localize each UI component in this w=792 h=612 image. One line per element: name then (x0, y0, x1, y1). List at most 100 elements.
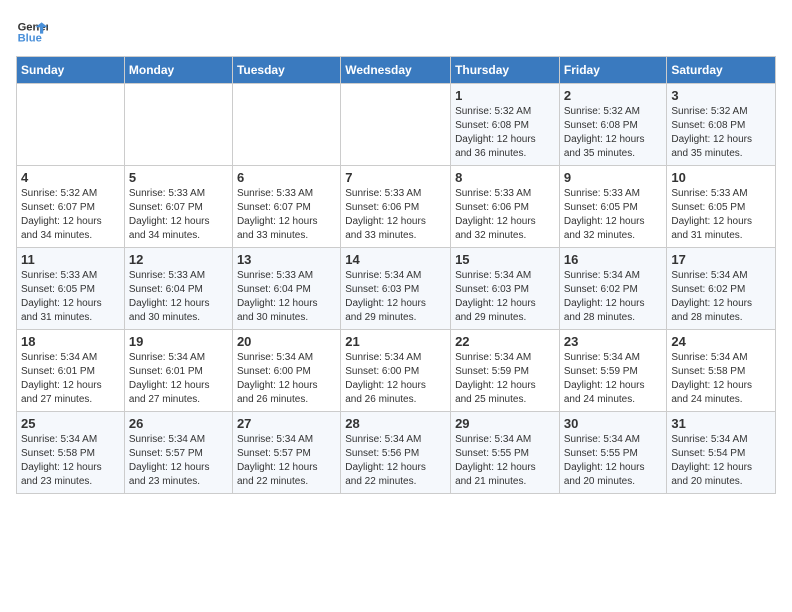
header-friday: Friday (559, 57, 667, 84)
day-cell: 3 Sunrise: 5:32 AM Sunset: 6:08 PM Daylig… (667, 84, 776, 166)
day-cell: 6 Sunrise: 5:33 AM Sunset: 6:07 PM Daylig… (232, 166, 340, 248)
day-cell (341, 84, 451, 166)
day-number: 8 (455, 170, 555, 185)
header-saturday: Saturday (667, 57, 776, 84)
day-number: 28 (345, 416, 446, 431)
day-number: 15 (455, 252, 555, 267)
day-info: Sunrise: 5:34 AM Sunset: 5:57 PM Dayligh… (237, 433, 336, 489)
day-cell: 16Sunrise: 5:34 AM Sunset: 6:02 PM Dayli… (559, 248, 667, 330)
day-cell: 8 Sunrise: 5:33 AM Sunset: 6:06 PM Daylig… (451, 166, 560, 248)
day-info: Sunrise: 5:34 AM Sunset: 5:58 PM Dayligh… (671, 351, 771, 407)
day-number: 22 (455, 334, 555, 349)
day-number: 11 (21, 252, 120, 267)
day-info: Sunrise: 5:33 AM Sunset: 6:07 PM Dayligh… (237, 187, 336, 243)
day-info: Sunrise: 5:34 AM Sunset: 6:01 PM Dayligh… (21, 351, 120, 407)
week-row-4: 18 Sunrise: 5:34 AM Sunset: 6:01 PM Dayli… (17, 330, 776, 412)
day-info: Sunrise: 5:34 AM Sunset: 6:03 PM Dayligh… (345, 269, 446, 325)
svg-text:General: General (18, 21, 48, 33)
day-cell: 28 Sunrise: 5:34 AM Sunset: 5:56 PM Dayli… (341, 412, 451, 494)
week-row-3: 11 Sunrise: 5:33 AM Sunset: 6:05 PM Dayli… (17, 248, 776, 330)
day-cell (17, 84, 125, 166)
week-row-5: 25 Sunrise: 5:34 AM Sunset: 5:58 PM Dayli… (17, 412, 776, 494)
day-number: 7 (345, 170, 446, 185)
header-row: SundayMondayTuesdayWednesdayThursdayFrid… (17, 57, 776, 84)
day-cell: 31 Sunrise: 5:34 AM Sunset: 5:54 PM Dayli… (667, 412, 776, 494)
day-cell: 12Sunrise: 5:33 AM Sunset: 6:04 PM Dayli… (124, 248, 232, 330)
day-info: Sunrise: 5:34 AM Sunset: 6:01 PM Dayligh… (129, 351, 228, 407)
day-info: Sunrise: 5:34 AM Sunset: 5:57 PM Dayligh… (129, 433, 228, 489)
day-info: Sunrise: 5:34 AM Sunset: 6:00 PM Dayligh… (345, 351, 446, 407)
day-number: 10 (671, 170, 771, 185)
day-number: 19 (129, 334, 228, 349)
day-cell (124, 84, 232, 166)
day-cell: 30 Sunrise: 5:34 AM Sunset: 5:55 PM Dayli… (559, 412, 667, 494)
svg-text:Blue: Blue (18, 33, 42, 45)
day-number: 21 (345, 334, 446, 349)
day-info: Sunrise: 5:33 AM Sunset: 6:05 PM Dayligh… (671, 187, 771, 243)
day-cell: 21 Sunrise: 5:34 AM Sunset: 6:00 PM Dayli… (341, 330, 451, 412)
day-info: Sunrise: 5:32 AM Sunset: 6:08 PM Dayligh… (671, 105, 771, 161)
day-info: Sunrise: 5:34 AM Sunset: 5:55 PM Dayligh… (455, 433, 555, 489)
day-cell: 22 Sunrise: 5:34 AM Sunset: 5:59 PM Dayli… (451, 330, 560, 412)
header-thursday: Thursday (451, 57, 560, 84)
day-info: Sunrise: 5:33 AM Sunset: 6:04 PM Dayligh… (237, 269, 336, 325)
day-info: Sunrise: 5:32 AM Sunset: 6:07 PM Dayligh… (21, 187, 120, 243)
day-cell: 7Sunrise: 5:33 AM Sunset: 6:06 PM Daylig… (341, 166, 451, 248)
day-cell: 19 Sunrise: 5:34 AM Sunset: 6:01 PM Dayli… (124, 330, 232, 412)
day-cell: 5 Sunrise: 5:33 AM Sunset: 6:07 PM Daylig… (124, 166, 232, 248)
day-number: 12 (129, 252, 228, 267)
day-cell: 25 Sunrise: 5:34 AM Sunset: 5:58 PM Dayli… (17, 412, 125, 494)
day-number: 29 (455, 416, 555, 431)
day-number: 18 (21, 334, 120, 349)
day-info: Sunrise: 5:34 AM Sunset: 5:56 PM Dayligh… (345, 433, 446, 489)
day-info: Sunrise: 5:34 AM Sunset: 5:54 PM Dayligh… (671, 433, 771, 489)
day-cell: 13 Sunrise: 5:33 AM Sunset: 6:04 PM Dayli… (232, 248, 340, 330)
day-info: Sunrise: 5:34 AM Sunset: 5:58 PM Dayligh… (21, 433, 120, 489)
day-number: 13 (237, 252, 336, 267)
week-row-2: 4 Sunrise: 5:32 AM Sunset: 6:07 PM Daylig… (17, 166, 776, 248)
day-info: Sunrise: 5:34 AM Sunset: 5:59 PM Dayligh… (455, 351, 555, 407)
day-cell: 18 Sunrise: 5:34 AM Sunset: 6:01 PM Dayli… (17, 330, 125, 412)
day-number: 17 (671, 252, 771, 267)
day-info: Sunrise: 5:34 AM Sunset: 5:55 PM Dayligh… (564, 433, 663, 489)
day-number: 31 (671, 416, 771, 431)
day-info: Sunrise: 5:33 AM Sunset: 6:05 PM Dayligh… (564, 187, 663, 243)
day-cell: 26 Sunrise: 5:34 AM Sunset: 5:57 PM Dayli… (124, 412, 232, 494)
day-number: 3 (671, 88, 771, 103)
day-number: 25 (21, 416, 120, 431)
day-cell: 29 Sunrise: 5:34 AM Sunset: 5:55 PM Dayli… (451, 412, 560, 494)
day-info: Sunrise: 5:33 AM Sunset: 6:07 PM Dayligh… (129, 187, 228, 243)
page-header: General Blue (16, 16, 776, 48)
header-tuesday: Tuesday (232, 57, 340, 84)
day-info: Sunrise: 5:32 AM Sunset: 6:08 PM Dayligh… (564, 105, 663, 161)
day-info: Sunrise: 5:34 AM Sunset: 6:02 PM Dayligh… (564, 269, 663, 325)
day-info: Sunrise: 5:33 AM Sunset: 6:06 PM Dayligh… (455, 187, 555, 243)
day-number: 26 (129, 416, 228, 431)
day-cell: 15Sunrise: 5:34 AM Sunset: 6:03 PM Dayli… (451, 248, 560, 330)
calendar-table: SundayMondayTuesdayWednesdayThursdayFrid… (16, 56, 776, 494)
day-number: 24 (671, 334, 771, 349)
logo-icon: General Blue (16, 16, 48, 48)
week-row-1: 1 Sunrise: 5:32 AM Sunset: 6:08 PM Daylig… (17, 84, 776, 166)
logo: General Blue (16, 16, 48, 48)
header-wednesday: Wednesday (341, 57, 451, 84)
day-cell: 27Sunrise: 5:34 AM Sunset: 5:57 PM Dayli… (232, 412, 340, 494)
day-info: Sunrise: 5:33 AM Sunset: 6:05 PM Dayligh… (21, 269, 120, 325)
day-info: Sunrise: 5:34 AM Sunset: 5:59 PM Dayligh… (564, 351, 663, 407)
day-number: 30 (564, 416, 663, 431)
day-cell: 10 Sunrise: 5:33 AM Sunset: 6:05 PM Dayli… (667, 166, 776, 248)
day-number: 23 (564, 334, 663, 349)
day-number: 6 (237, 170, 336, 185)
day-cell: 20Sunrise: 5:34 AM Sunset: 6:00 PM Dayli… (232, 330, 340, 412)
day-cell: 23 Sunrise: 5:34 AM Sunset: 5:59 PM Dayli… (559, 330, 667, 412)
day-number: 5 (129, 170, 228, 185)
day-number: 4 (21, 170, 120, 185)
day-info: Sunrise: 5:32 AM Sunset: 6:08 PM Dayligh… (455, 105, 555, 161)
day-cell: 2 Sunrise: 5:32 AM Sunset: 6:08 PM Daylig… (559, 84, 667, 166)
day-number: 1 (455, 88, 555, 103)
day-number: 2 (564, 88, 663, 103)
day-cell: 9Sunrise: 5:33 AM Sunset: 6:05 PM Daylig… (559, 166, 667, 248)
day-cell: 1 Sunrise: 5:32 AM Sunset: 6:08 PM Daylig… (451, 84, 560, 166)
day-info: Sunrise: 5:34 AM Sunset: 6:02 PM Dayligh… (671, 269, 771, 325)
header-monday: Monday (124, 57, 232, 84)
